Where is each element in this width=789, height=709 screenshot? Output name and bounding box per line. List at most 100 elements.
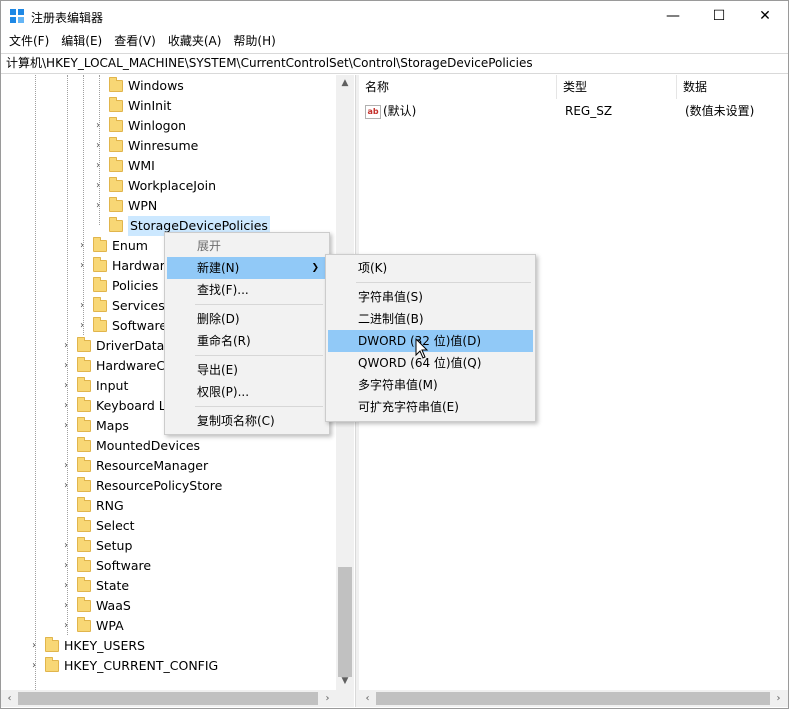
tree-item[interactable]: › Maps [61, 416, 129, 436]
chevron-right-icon: ❯ [311, 263, 319, 273]
tree-item[interactable]: › Services [77, 296, 165, 316]
context-menu-rename[interactable]: 重命名(R) [167, 330, 327, 352]
chevron-right-icon[interactable]: › [61, 341, 71, 351]
tree-item[interactable]: › Hardware [77, 256, 172, 276]
tree-item-label: Software [112, 318, 168, 333]
tree-item[interactable]: › Setup [61, 536, 132, 556]
tree-item[interactable]: › Software [77, 316, 167, 336]
tree-item[interactable]: › ResourceManager [61, 456, 208, 476]
context-menu-export[interactable]: 导出(E) [167, 359, 327, 381]
context-menu-copy-key-name[interactable]: 复制项名称(C) [167, 410, 327, 432]
scroll-right-icon[interactable]: › [770, 690, 787, 707]
tree-item[interactable]: MountedDevices [61, 436, 200, 456]
tree-item[interactable]: › Enum [77, 236, 148, 256]
chevron-right-icon[interactable]: › [61, 461, 71, 471]
chevron-right-icon[interactable]: › [61, 421, 71, 431]
folder-icon [93, 277, 107, 292]
column-header-name[interactable]: 名称 [359, 75, 557, 99]
chevron-right-icon[interactable]: › [77, 261, 87, 271]
scroll-thumb[interactable] [338, 567, 352, 677]
menu-separator [356, 282, 531, 283]
tree-horizontal-scrollbar[interactable]: ‹ › [1, 690, 336, 707]
menu-edit[interactable]: 编辑(E) [55, 31, 108, 52]
chevron-right-icon[interactable]: › [29, 661, 39, 671]
chevron-right-icon[interactable]: › [29, 641, 39, 651]
tree-item[interactable]: Policies [77, 276, 158, 296]
tree-item[interactable]: RNG [61, 496, 124, 516]
chevron-right-icon[interactable]: › [93, 121, 103, 131]
new-key-item[interactable]: 项(K) [328, 257, 533, 279]
tree-item[interactable]: › WaaS [61, 596, 131, 616]
tree-item[interactable]: › Winlogon [93, 116, 186, 136]
context-menu-permissions[interactable]: 权限(P)... [167, 381, 327, 403]
minimize-button[interactable]: — [650, 1, 696, 31]
tree-item-label: RNG [96, 498, 124, 513]
new-expandable-string-value-item[interactable]: 可扩充字符串值(E) [328, 396, 533, 418]
chevron-right-icon[interactable]: › [77, 241, 87, 251]
folder-icon [93, 297, 107, 312]
menu-view[interactable]: 查看(V) [108, 31, 162, 52]
scroll-thumb[interactable] [376, 692, 770, 705]
menu-help[interactable]: 帮助(H) [227, 31, 281, 52]
tree-item[interactable]: › WPN [93, 196, 157, 216]
tree-item[interactable]: › State [61, 576, 129, 596]
address-bar[interactable]: 计算机\HKEY_LOCAL_MACHINE\SYSTEM\CurrentCon… [1, 53, 788, 74]
tree-item[interactable]: › Winresume [93, 136, 198, 156]
chevron-right-icon[interactable]: › [77, 301, 87, 311]
scroll-right-icon[interactable]: › [319, 690, 336, 707]
chevron-right-icon[interactable]: › [93, 141, 103, 151]
new-string-value-item[interactable]: 字符串值(S) [328, 286, 533, 308]
tree-item[interactable]: Windows [93, 76, 184, 96]
new-qword-value-item[interactable]: QWORD (64 位)值(Q) [328, 352, 533, 374]
folder-icon [77, 437, 91, 452]
column-header-type[interactable]: 类型 [557, 75, 677, 99]
values-horizontal-scrollbar[interactable]: ‹ › [359, 690, 788, 707]
maximize-button[interactable]: ☐ [696, 1, 742, 31]
chevron-right-icon[interactable]: › [61, 581, 71, 591]
chevron-right-icon[interactable]: › [61, 401, 71, 411]
chevron-right-icon[interactable]: › [93, 181, 103, 191]
new-dword-value-item[interactable]: DWORD (32 位)值(D) [328, 330, 533, 352]
scroll-up-icon[interactable]: ▲ [336, 75, 354, 92]
context-menu-expand[interactable]: 展开 [167, 235, 327, 257]
menu-file[interactable]: 文件(F) [3, 31, 55, 52]
tree-item[interactable]: › WorkplaceJoin [93, 176, 216, 196]
tree-item[interactable]: › Input [61, 376, 128, 396]
chevron-right-icon[interactable]: › [61, 541, 71, 551]
tree-item[interactable]: Select [61, 516, 135, 536]
chevron-right-icon[interactable]: › [93, 201, 103, 211]
tree-item[interactable]: › DriverDataba [61, 336, 180, 356]
tree-item[interactable]: › WMI [93, 156, 155, 176]
column-header-data[interactable]: 数据 [677, 75, 788, 99]
new-binary-value-item[interactable]: 二进制值(B) [328, 308, 533, 330]
tree-item[interactable]: › Keyboard La [61, 396, 173, 416]
tree-item[interactable]: › HardwareCo [61, 356, 173, 376]
chevron-right-icon[interactable]: › [61, 561, 71, 571]
chevron-right-icon[interactable]: › [61, 381, 71, 391]
tree-item[interactable]: › Software [61, 556, 151, 576]
context-menu-new[interactable]: 新建(N) ❯ [167, 257, 327, 279]
chevron-right-icon[interactable]: › [61, 601, 71, 611]
chevron-right-icon[interactable]: › [61, 481, 71, 491]
tree-item[interactable]: › WPA [61, 616, 124, 636]
chevron-right-icon[interactable]: › [61, 621, 71, 631]
string-value-icon: ab [365, 104, 381, 119]
scroll-left-icon[interactable]: ‹ [1, 690, 18, 707]
value-row-name[interactable]: ab (默认) [365, 101, 555, 121]
scroll-thumb[interactable] [18, 692, 318, 705]
new-multi-string-value-item[interactable]: 多字符串值(M) [328, 374, 533, 396]
close-button[interactable]: ✕ [742, 1, 788, 31]
tree-item[interactable]: WinInit [93, 96, 171, 116]
menu-favorites[interactable]: 收藏夹(A) [162, 31, 228, 52]
chevron-right-icon[interactable]: › [77, 321, 87, 331]
chevron-right-icon[interactable]: › [61, 361, 71, 371]
tree-item[interactable]: › HKEY_USERS [29, 636, 145, 656]
scroll-down-icon[interactable]: ▼ [336, 673, 354, 690]
context-menu-find[interactable]: 查找(F)... [167, 279, 327, 301]
context-menu-delete[interactable]: 删除(D) [167, 308, 327, 330]
tree-item[interactable]: › HKEY_CURRENT_CONFIG [29, 656, 218, 676]
tree-item[interactable]: › ResourcePolicyStore [61, 476, 222, 496]
scroll-left-icon[interactable]: ‹ [359, 690, 376, 707]
chevron-right-icon[interactable]: › [93, 161, 103, 171]
